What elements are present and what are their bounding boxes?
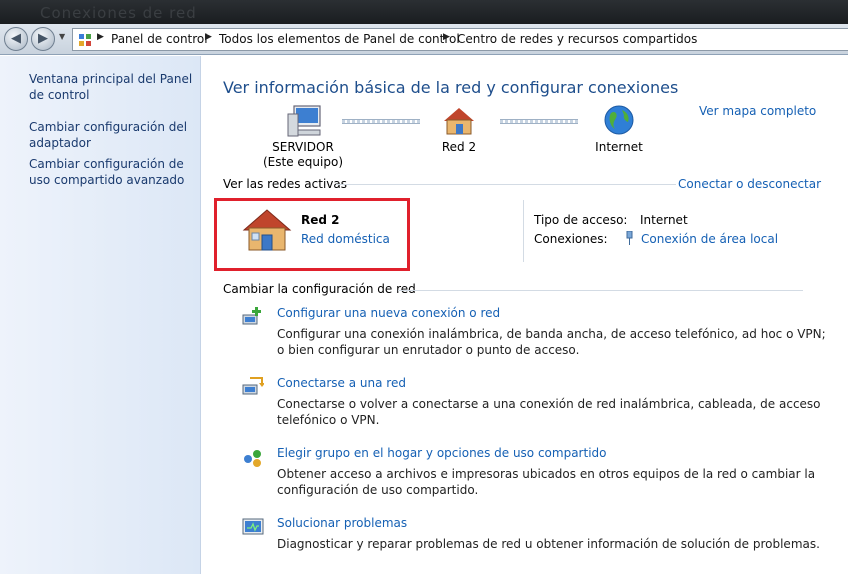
connect-network-icon bbox=[242, 377, 264, 395]
house-icon bbox=[242, 209, 292, 251]
window-titlebar: Conexiones de red bbox=[0, 0, 848, 24]
connection-line bbox=[342, 119, 420, 124]
sidebar-item-uso-compartido-avanzado[interactable]: Cambiar configuración de uso compartido … bbox=[29, 156, 197, 188]
new-connection-description: Configurar una conexión inalámbrica, de … bbox=[277, 327, 826, 357]
connection-line bbox=[500, 119, 578, 124]
back-button[interactable]: ◀ bbox=[4, 27, 28, 51]
homegroup-link[interactable]: Elegir grupo en el hogar y opciones de u… bbox=[277, 446, 607, 460]
connect-network-link[interactable]: Conectarse a una red bbox=[277, 376, 406, 390]
connect-network-description: Conectarse o volver a conectarse a una c… bbox=[277, 397, 821, 427]
address-bar[interactable]: ▶ Panel de control ▶ Todos los elementos… bbox=[72, 28, 848, 51]
breadcrumb-separator-icon[interactable]: ▶ bbox=[97, 32, 104, 42]
network-node-label: Red 2 bbox=[441, 140, 477, 154]
home-network-icon[interactable] bbox=[442, 106, 476, 136]
troubleshoot-icon bbox=[242, 518, 264, 535]
active-network-name: Red 2 bbox=[301, 213, 340, 227]
homegroup-description: Obtener acceso a archivos e impresoras u… bbox=[277, 467, 816, 497]
breadcrumb-todos-los-elementos[interactable]: Todos los elementos de Panel de control bbox=[219, 32, 460, 46]
window-title: Conexiones de red bbox=[40, 4, 197, 22]
connect-disconnect-link[interactable]: Conectar o desconectar bbox=[678, 177, 821, 191]
breadcrumb-separator-icon[interactable]: ▶ bbox=[205, 32, 212, 42]
sidebar: Ventana principal del Panel de control C… bbox=[0, 56, 201, 574]
section-divider bbox=[398, 290, 803, 291]
active-networks-heading: Ver las redes activas bbox=[223, 177, 347, 191]
section-divider bbox=[336, 184, 676, 185]
new-connection-link[interactable]: Configurar una nueva conexión o red bbox=[277, 306, 500, 320]
computer-icon bbox=[287, 105, 321, 137]
breadcrumb-panel-de-control[interactable]: Panel de control bbox=[111, 32, 208, 46]
local-area-connection-link[interactable]: Conexión de área local bbox=[641, 232, 778, 246]
access-type-value: Internet bbox=[640, 213, 688, 227]
ethernet-icon bbox=[626, 231, 633, 245]
control-panel-icon bbox=[79, 34, 91, 46]
internet-globe-icon[interactable] bbox=[603, 104, 635, 136]
recent-pages-dropdown-icon[interactable]: ▼ bbox=[59, 32, 65, 41]
page-title: Ver información básica de la red y confi… bbox=[223, 78, 679, 97]
breadcrumb-separator-icon[interactable]: ▶ bbox=[443, 32, 450, 42]
computer-node: SERVIDOR (Este equipo) bbox=[262, 140, 344, 170]
main-content: Ver información básica de la red y confi… bbox=[202, 56, 848, 574]
troubleshoot-link[interactable]: Solucionar problemas bbox=[277, 516, 407, 530]
sidebar-item-configuracion-adaptador[interactable]: Cambiar configuración del adaptador bbox=[29, 119, 197, 151]
computer-subtitle: (Este equipo) bbox=[263, 155, 343, 169]
troubleshoot-description: Diagnosticar y reparar problemas de red … bbox=[277, 537, 820, 551]
sidebar-item-ventana-principal[interactable]: Ventana principal del Panel de control bbox=[29, 71, 197, 103]
change-settings-heading: Cambiar la configuración de red bbox=[223, 282, 416, 296]
forward-button[interactable]: ▶ bbox=[31, 27, 55, 51]
computer-name: SERVIDOR bbox=[272, 140, 334, 154]
full-map-link[interactable]: Ver mapa completo bbox=[699, 104, 816, 118]
access-type-label: Tipo de acceso: bbox=[534, 213, 628, 227]
navigation-bar: ◀ ▶ ▼ ▶ Panel de control ▶ Todos los ele… bbox=[0, 24, 848, 55]
vertical-divider bbox=[523, 200, 524, 262]
new-connection-icon bbox=[242, 307, 261, 325]
homegroup-icon bbox=[244, 450, 261, 467]
internet-node-label: Internet bbox=[595, 140, 643, 154]
breadcrumb-centro-de-redes[interactable]: Centro de redes y recursos compartidos bbox=[457, 32, 697, 46]
connections-label: Conexiones: bbox=[534, 232, 608, 246]
network-type-link[interactable]: Red doméstica bbox=[301, 232, 390, 246]
